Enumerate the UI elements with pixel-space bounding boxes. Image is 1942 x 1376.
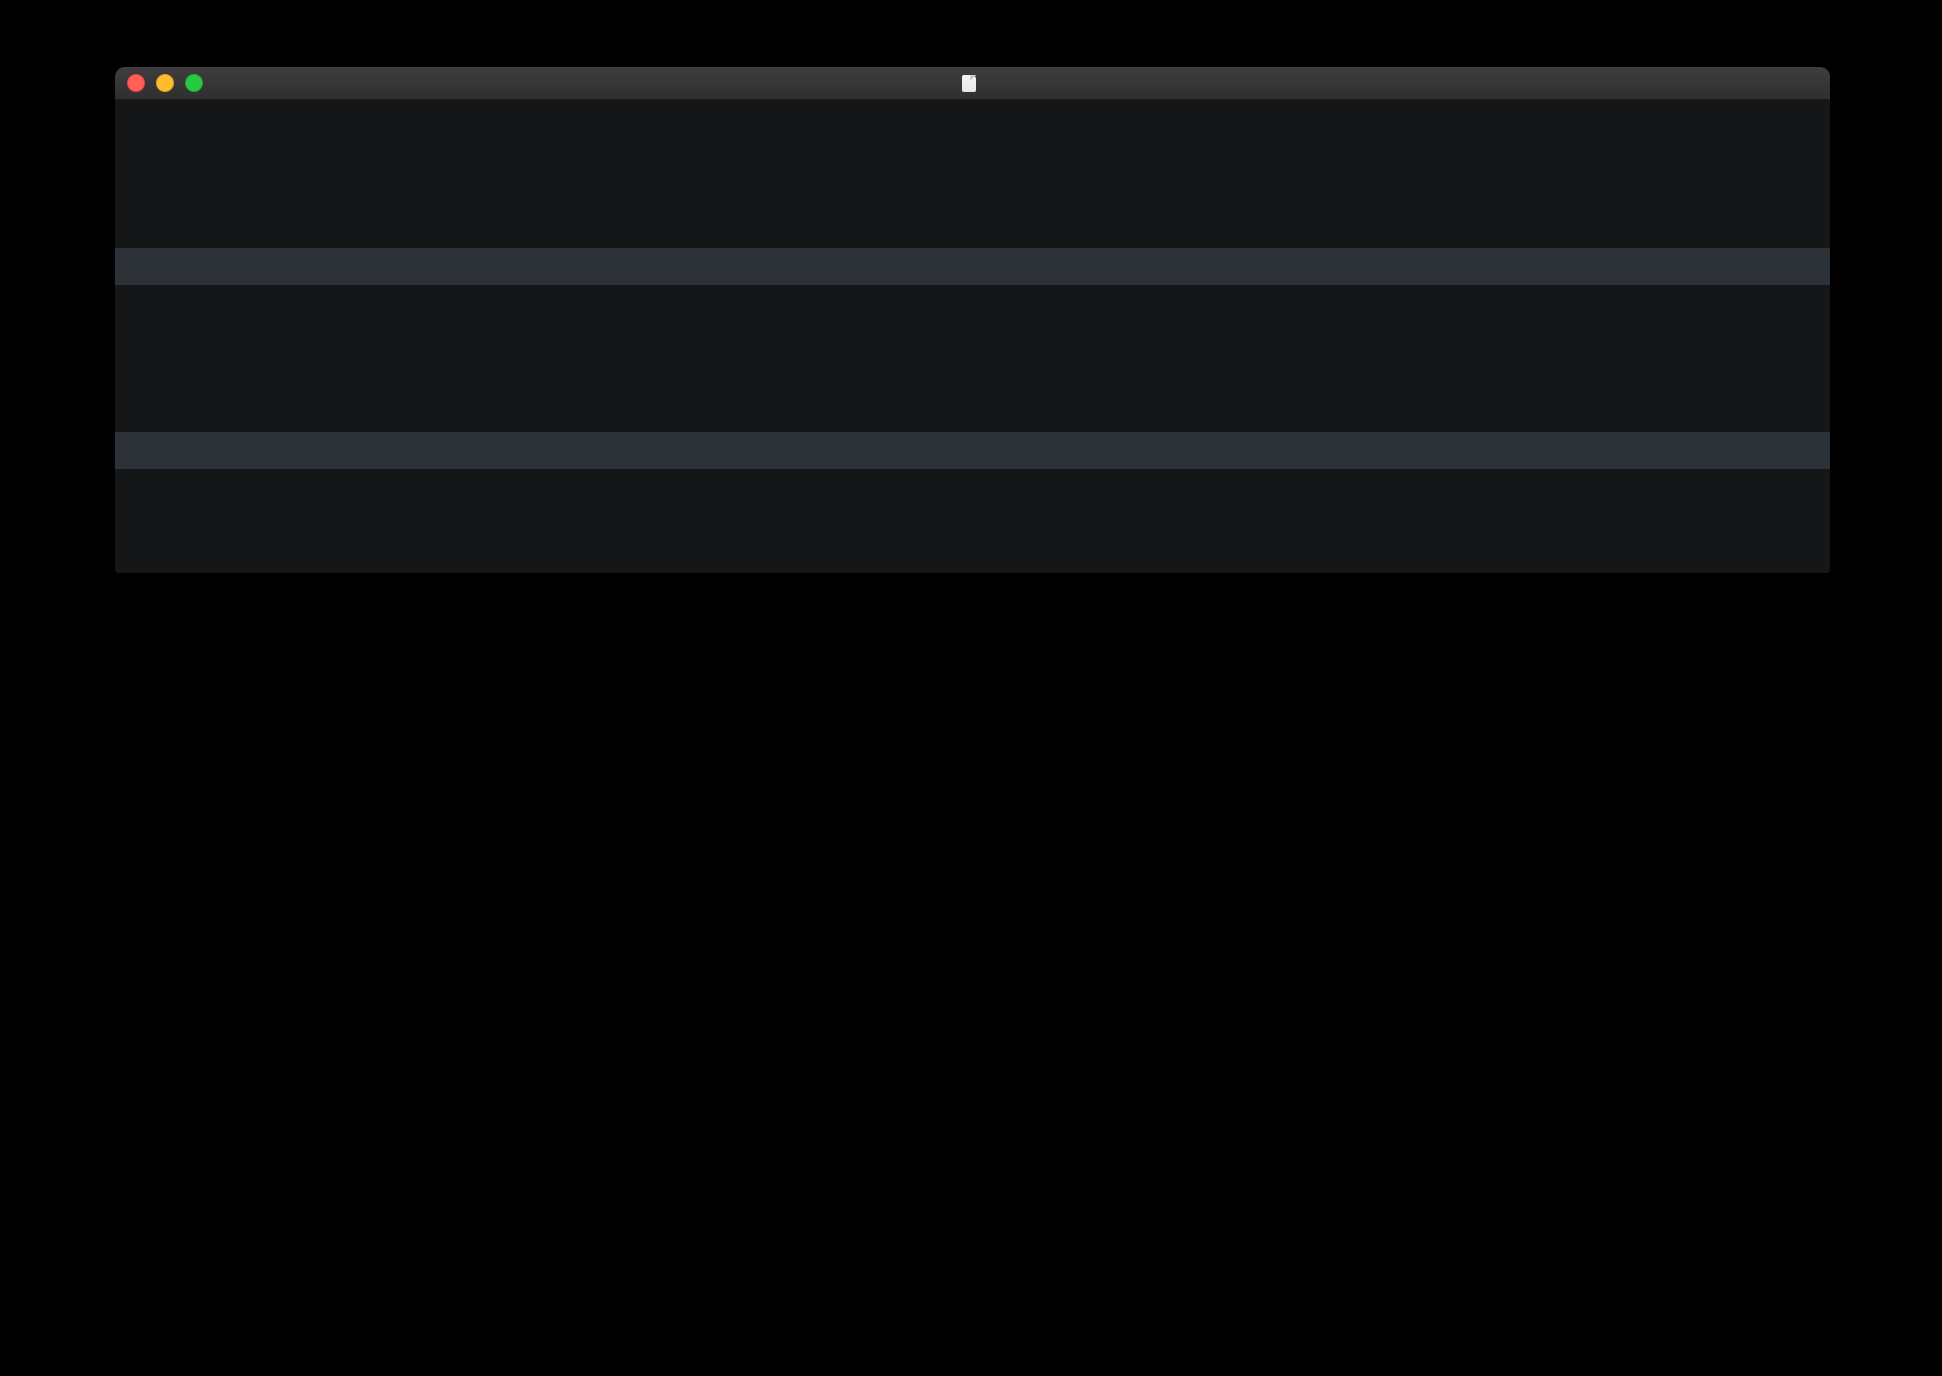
zoom-icon[interactable] [185,74,203,92]
minimize-icon[interactable] [156,74,174,92]
statusline-top [115,248,1830,285]
statusline-bottom [115,432,1830,469]
file-icon [962,75,976,92]
terminal-window [115,67,1830,573]
traffic-lights [127,74,203,92]
titlebar [115,67,1830,100]
title-wrap [115,75,1830,92]
editor[interactable] [115,100,1830,573]
close-icon[interactable] [127,74,145,92]
